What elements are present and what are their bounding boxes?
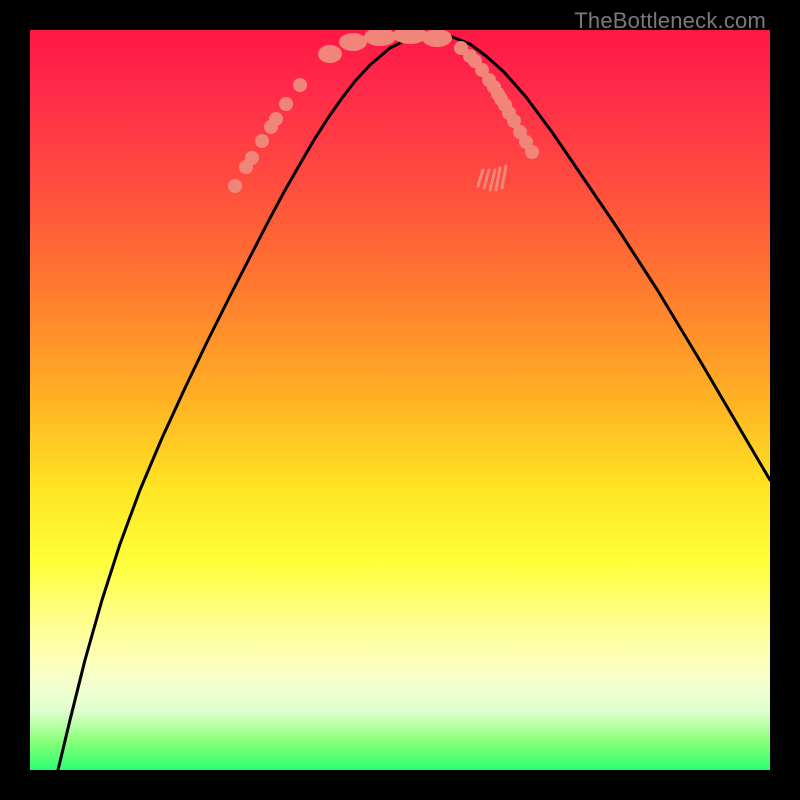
left-cluster-dots-dot — [245, 151, 259, 165]
chart-svg — [30, 30, 770, 770]
left-cluster-dots-dot — [228, 179, 242, 193]
right-cluster-dots-dot — [525, 145, 539, 159]
right-tuft-lines-line — [478, 170, 483, 186]
left-cluster-ovals-oval — [318, 45, 342, 63]
left-cluster-dots-dot — [269, 112, 283, 126]
left-cluster-dots-dot — [255, 134, 269, 148]
left-cluster-ovals-oval — [422, 30, 452, 47]
left-cluster-ovals-oval — [339, 33, 367, 51]
right-tuft-lines-line — [496, 168, 500, 190]
left-cluster-ovals-oval — [393, 30, 427, 44]
chart-frame — [30, 30, 770, 770]
right-tuft-lines-line — [502, 166, 506, 188]
right-tuft-lines-line — [484, 170, 489, 188]
left-cluster-dots-dot — [279, 97, 293, 111]
left-cluster-ovals-oval — [364, 30, 396, 46]
watermark-label: TheBottleneck.com — [574, 8, 766, 34]
right-tuft-lines-line — [490, 170, 495, 190]
left-cluster-dots-dot — [293, 78, 307, 92]
bottleneck-curve — [58, 34, 770, 770]
